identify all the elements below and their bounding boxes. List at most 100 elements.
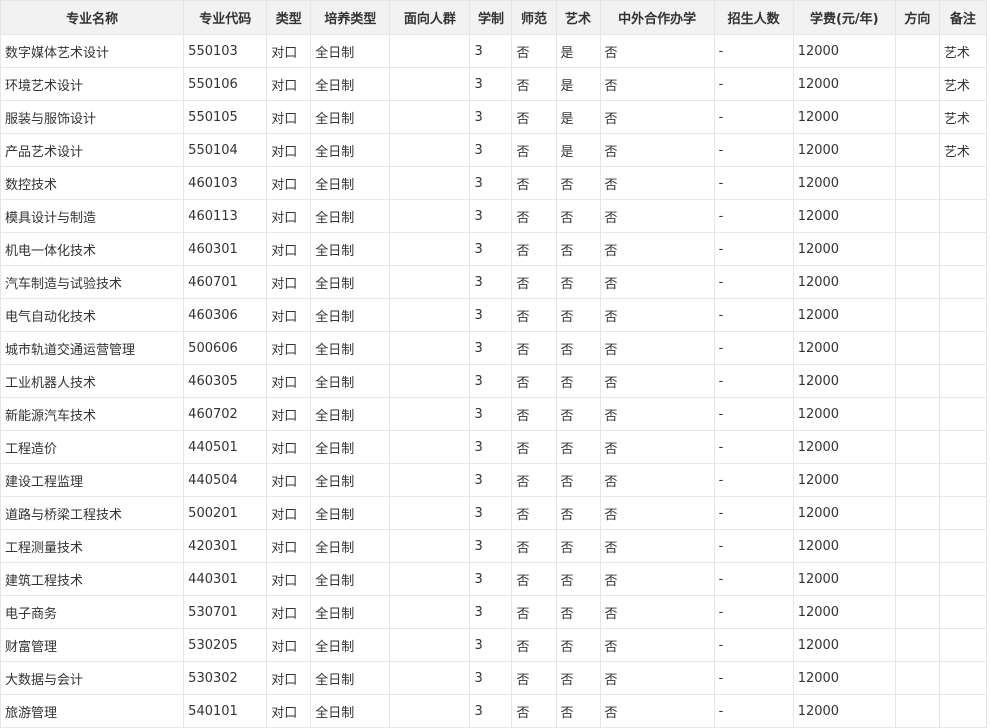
remarks-cell [938,298,988,332]
type-cell: 对口 [266,463,312,497]
art-cell: 否 [555,364,601,398]
tuition-cell: 12000 [792,133,896,167]
sino-foreign-cell: 否 [599,133,715,167]
major-code-cell: 460701 [183,265,268,299]
major-code-cell: 550106 [183,67,268,101]
major-name-cell: 数控技术 [0,166,185,200]
sino-foreign-cell: 否 [599,34,715,68]
remarks-cell [938,661,988,695]
sino-foreign-cell: 否 [599,67,715,101]
teacher-training-cell: 否 [511,496,557,530]
col-header-teacher-training: 师范 [511,0,557,35]
table-row: 财富管理 530205 对口 全日制 3 否否否 -12000 [0,628,988,662]
table-body: 数字媒体艺术设计 550103 对口 全日制 3 否是否 -12000 艺术 环境艺术设计 550… [0,34,988,728]
training-type-cell: 全日制 [310,661,391,695]
direction-cell [894,661,940,695]
direction-cell [894,298,940,332]
duration-cell: 3 [469,364,513,398]
remarks-cell [938,166,988,200]
art-cell: 否 [555,166,601,200]
enrollment-cell: - [713,628,794,662]
remarks-cell [938,463,988,497]
remarks-cell: 艺术 [938,133,988,167]
sino-foreign-cell: 否 [599,529,715,563]
target-group-cell [389,133,471,167]
remarks-cell [938,496,988,530]
tuition-cell: 12000 [792,166,896,200]
target-group-cell [389,166,471,200]
tuition-cell: 12000 [792,331,896,365]
direction-cell [894,34,940,68]
major-name-cell: 电子商务 [0,595,185,629]
training-type-cell: 全日制 [310,694,391,728]
remarks-cell [938,232,988,266]
duration-cell: 3 [469,595,513,629]
sino-foreign-cell: 否 [599,298,715,332]
tuition-cell: 12000 [792,397,896,431]
major-code-cell: 460103 [183,166,268,200]
target-group-cell [389,529,471,563]
art-cell: 否 [555,661,601,695]
duration-cell: 3 [469,397,513,431]
duration-cell: 3 [469,166,513,200]
type-cell: 对口 [266,298,312,332]
type-cell: 对口 [266,133,312,167]
enrollment-cell: - [713,430,794,464]
sino-foreign-cell: 否 [599,100,715,134]
training-type-cell: 全日制 [310,562,391,596]
training-type-cell: 全日制 [310,133,391,167]
direction-cell [894,199,940,233]
target-group-cell [389,232,471,266]
table-row: 工程测量技术 420301 对口 全日制 3 否否否 -12000 [0,529,988,563]
sino-foreign-cell: 否 [599,595,715,629]
training-type-cell: 全日制 [310,397,391,431]
teacher-training-cell: 否 [511,463,557,497]
type-cell: 对口 [266,100,312,134]
major-name-cell: 大数据与会计 [0,661,185,695]
remarks-cell [938,562,988,596]
target-group-cell [389,34,471,68]
training-type-cell: 全日制 [310,463,391,497]
table-row: 建设工程监理 440504 对口 全日制 3 否否否 -12000 [0,463,988,497]
sino-foreign-cell: 否 [599,694,715,728]
sino-foreign-cell: 否 [599,199,715,233]
major-code-cell: 440501 [183,430,268,464]
art-cell: 是 [555,133,601,167]
type-cell: 对口 [266,199,312,233]
target-group-cell [389,430,471,464]
target-group-cell [389,694,471,728]
teacher-training-cell: 否 [511,364,557,398]
col-header-type: 类型 [266,0,312,35]
training-type-cell: 全日制 [310,232,391,266]
enrollment-cell: - [713,232,794,266]
enrollment-cell: - [713,67,794,101]
duration-cell: 3 [469,100,513,134]
table-row: 服装与服饰设计 550105 对口 全日制 3 否是否 -12000 艺术 [0,100,988,134]
target-group-cell [389,661,471,695]
training-type-cell: 全日制 [310,430,391,464]
teacher-training-cell: 否 [511,199,557,233]
tuition-cell: 12000 [792,265,896,299]
duration-cell: 3 [469,133,513,167]
tuition-cell: 12000 [792,628,896,662]
target-group-cell [389,397,471,431]
major-code-cell: 460306 [183,298,268,332]
training-type-cell: 全日制 [310,628,391,662]
table-row: 电子商务 530701 对口 全日制 3 否否否 -12000 [0,595,988,629]
teacher-training-cell: 否 [511,166,557,200]
col-header-direction: 方向 [894,0,940,35]
col-header-duration: 学制 [469,0,513,35]
major-code-cell: 460702 [183,397,268,431]
teacher-training-cell: 否 [511,265,557,299]
table-header: 专业名称 专业代码 类型 培养类型 面向人群 学制 师范 艺术 中外合作办学 招生人数 学费(元/年… [0,0,988,35]
table-row: 环境艺术设计 550106 对口 全日制 3 否是否 -12000 艺术 [0,67,988,101]
sino-foreign-cell: 否 [599,562,715,596]
duration-cell: 3 [469,298,513,332]
direction-cell [894,133,940,167]
direction-cell [894,100,940,134]
duration-cell: 3 [469,331,513,365]
remarks-cell: 艺术 [938,100,988,134]
type-cell: 对口 [266,430,312,464]
major-name-cell: 环境艺术设计 [0,67,185,101]
teacher-training-cell: 否 [511,430,557,464]
